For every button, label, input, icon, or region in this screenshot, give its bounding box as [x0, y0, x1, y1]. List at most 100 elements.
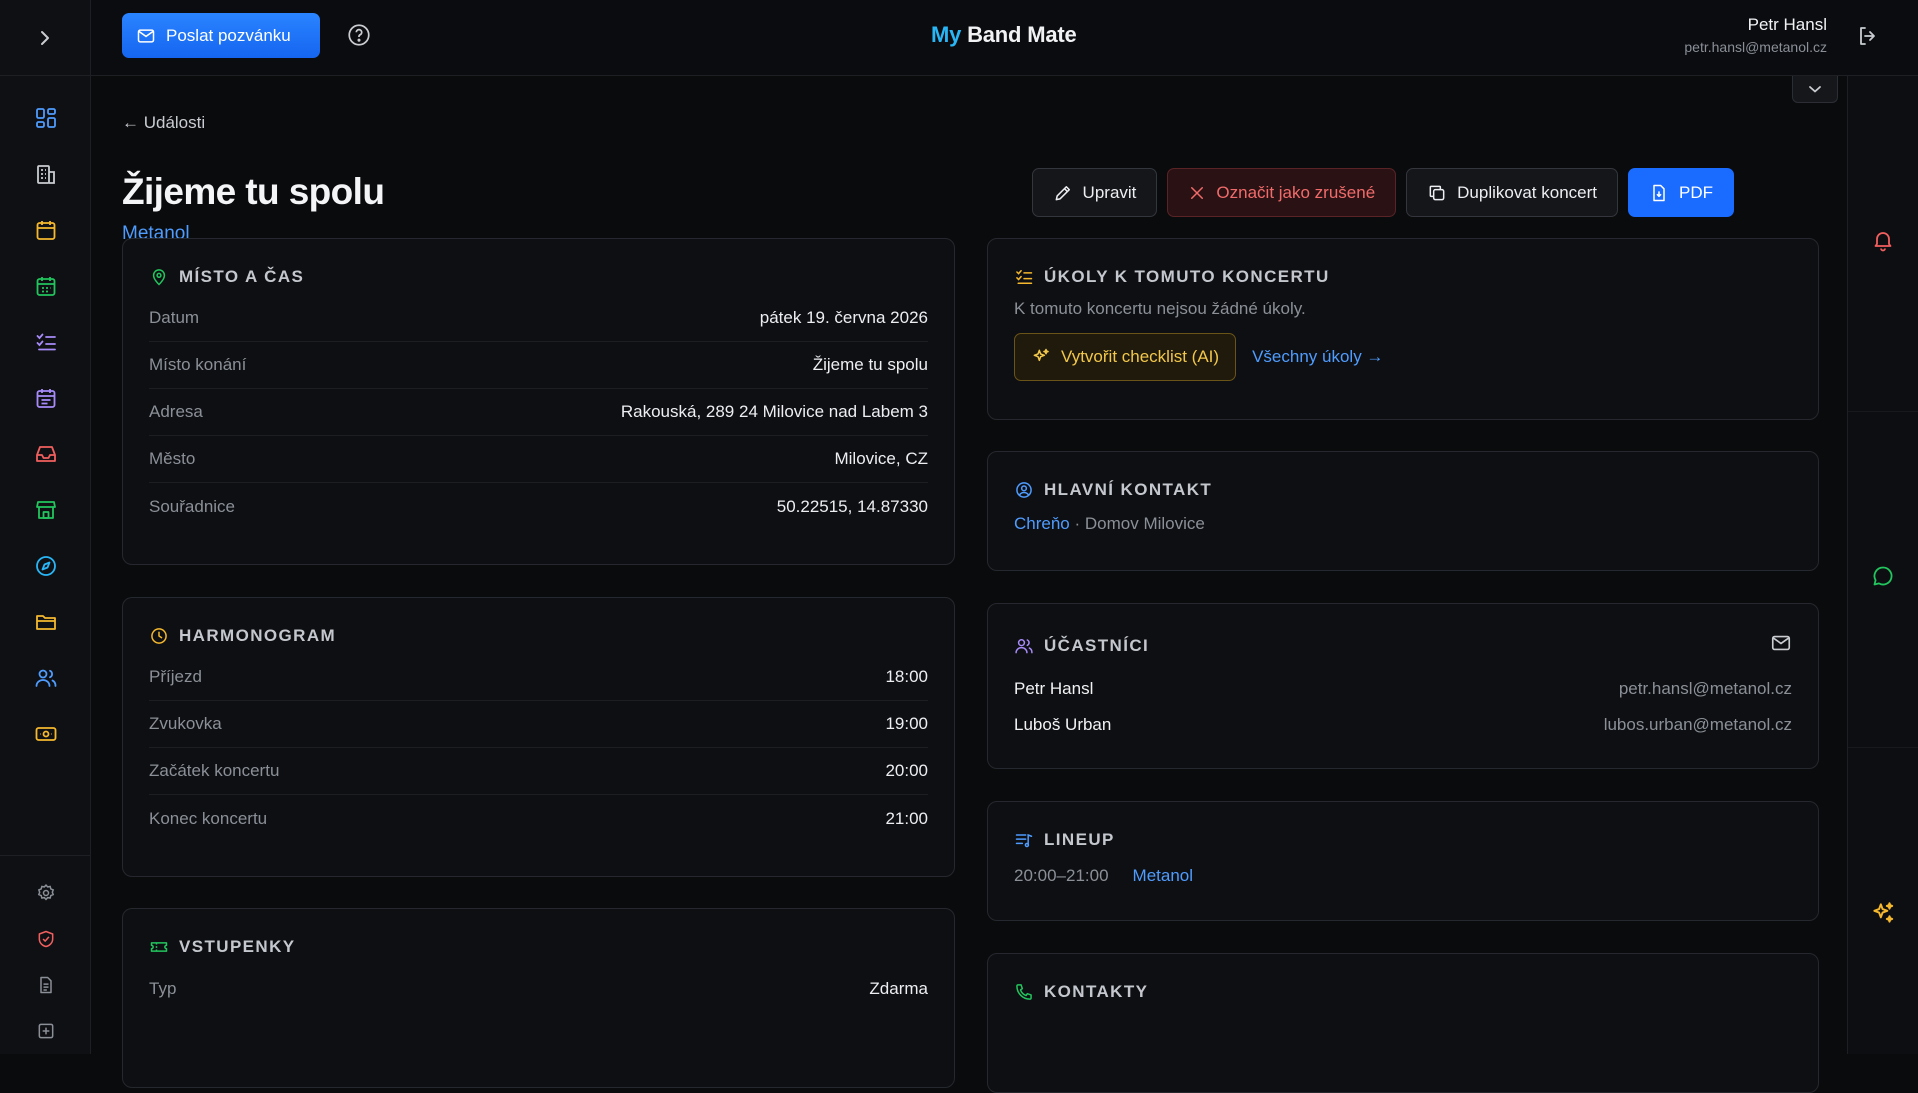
- participant-email[interactable]: petr.hansl@metanol.cz: [1619, 679, 1792, 699]
- email-participants-button[interactable]: [1770, 632, 1792, 659]
- all-tasks-link[interactable]: Všechny úkoly →: [1252, 347, 1383, 367]
- file-download-icon: [1653, 184, 1665, 201]
- nav-add[interactable]: [0, 1008, 91, 1054]
- row-label: Datum: [149, 308, 200, 327]
- nav-venues[interactable]: [0, 146, 91, 202]
- contact-name-link[interactable]: Chreňo: [1014, 514, 1070, 533]
- info-row: Typ Zdarma: [149, 965, 928, 1012]
- building-icon: [36, 165, 55, 184]
- nav-settings[interactable]: [0, 870, 91, 916]
- row-value: 19:00: [885, 714, 928, 733]
- row-value: 18:00: [885, 667, 928, 686]
- calendar-list-icon: [36, 389, 55, 408]
- mail-icon: [1771, 635, 1791, 651]
- sidebar-expand-button[interactable]: [0, 0, 90, 76]
- nav-events[interactable]: [0, 258, 91, 314]
- duplicate-button[interactable]: Duplikovat koncert: [1406, 168, 1618, 217]
- users-icon: [35, 669, 56, 687]
- user-circle-icon: [1016, 482, 1032, 498]
- lineup-band-link[interactable]: Metanol: [1133, 866, 1193, 886]
- nav-calendar[interactable]: [0, 202, 91, 258]
- brand-my: My: [931, 22, 962, 47]
- contacts-heading: KONTAKTY: [1044, 982, 1149, 1001]
- send-invite-label: Poslat pozvánku: [166, 25, 291, 45]
- store-icon: [35, 501, 56, 519]
- nav-dashboard[interactable]: [0, 90, 91, 146]
- app-logo[interactable]: My Band Mate: [931, 22, 1077, 48]
- participant-email[interactable]: lubos.urban@metanol.cz: [1604, 715, 1792, 735]
- plus-square-icon: [38, 1023, 53, 1039]
- row-value: Rakouská, 289 24 Milovice nad Labem 3: [620, 402, 928, 421]
- nav-store[interactable]: [0, 482, 91, 538]
- tickets-card: VSTUPENKY Typ Zdarma: [122, 908, 955, 1088]
- participants-card: ÚČASTNÍCI Petr Hansl petr.hansl@metanol.c…: [987, 603, 1819, 769]
- pdf-button[interactable]: PDF: [1628, 168, 1734, 217]
- chevron-down-icon: [1809, 86, 1821, 93]
- info-row: Datum pátek 19. června 2026: [149, 295, 928, 342]
- participant-row: Petr Hansl petr.hansl@metanol.cz: [1014, 671, 1792, 707]
- info-row: Místo konání Žijeme tu spolu: [149, 342, 928, 389]
- participant-row: Luboš Urban lubos.urban@metanol.cz: [1014, 707, 1792, 743]
- participant-name: Luboš Urban: [1014, 715, 1112, 734]
- help-button[interactable]: [346, 22, 372, 53]
- notifications-button[interactable]: [1871, 228, 1895, 257]
- nav-schedule[interactable]: [0, 370, 91, 426]
- row-value: pátek 19. června 2026: [759, 308, 928, 327]
- chat-icon: [1873, 566, 1893, 586]
- create-checklist-ai-button[interactable]: Vytvořit checklist (AI): [1014, 333, 1237, 381]
- bell-icon: [1874, 232, 1892, 252]
- nav-explore[interactable]: [0, 538, 91, 594]
- row-value: Žijeme tu spolu: [812, 355, 928, 374]
- participants-heading: ÚČASTNÍCI: [1044, 635, 1150, 655]
- compass-icon: [35, 556, 56, 576]
- dashboard-icon: [35, 108, 56, 128]
- row-label: Začátek koncertu: [149, 761, 280, 780]
- edit-button[interactable]: Upravit: [1031, 168, 1158, 217]
- row-label: Adresa: [149, 402, 203, 421]
- folder-icon: [35, 615, 56, 630]
- duplicate-label: Duplikovat koncert: [1457, 182, 1597, 202]
- row-value: 21:00: [885, 808, 928, 828]
- lineup-card: LINEUP 20:00–21:00 Metanol: [987, 801, 1819, 921]
- nav-files[interactable]: [0, 594, 91, 650]
- row-value: 20:00: [885, 761, 928, 780]
- schedule-heading: HARMONOGRAM: [179, 626, 337, 645]
- nav-security[interactable]: [0, 916, 91, 962]
- row-label: Typ: [149, 978, 177, 998]
- nav-tasks[interactable]: [0, 314, 91, 370]
- row-label: Souřadnice: [149, 496, 236, 516]
- nav-inbox[interactable]: [0, 426, 91, 482]
- send-invite-button[interactable]: Poslat pozvánku: [122, 13, 320, 58]
- page-title: Žijeme tu spolu: [122, 171, 385, 212]
- lineup-time: 20:00–21:00: [1014, 866, 1109, 885]
- logout-button[interactable]: [1856, 24, 1880, 53]
- contacts-card: KONTAKTY: [987, 953, 1819, 1093]
- schedule-row: Zvukovka 19:00: [149, 701, 928, 748]
- chat-button[interactable]: [1871, 564, 1895, 593]
- ai-assistant-button[interactable]: [1870, 900, 1896, 931]
- back-link[interactable]: ← Události: [122, 113, 205, 133]
- lineup-heading: LINEUP: [1044, 830, 1115, 849]
- nav-documents[interactable]: [0, 962, 91, 1008]
- nav-members[interactable]: [0, 650, 91, 706]
- collapse-panel-button[interactable]: [1792, 76, 1838, 103]
- row-value: Milovice, CZ: [834, 449, 928, 468]
- row-value: Zdarma: [869, 978, 928, 998]
- chevron-right-icon: [41, 30, 49, 45]
- place-time-heading: MÍSTO A ČAS: [179, 267, 305, 286]
- user-name: Petr Hansl: [1747, 15, 1827, 34]
- checklist-icon: [1016, 270, 1033, 284]
- tasks-card: ÚKOLY K TOMUTO KONCERTU K tomuto koncert…: [987, 238, 1819, 420]
- user-profile[interactable]: Petr Hansl petr.hansl@metanol.cz: [1684, 15, 1827, 55]
- schedule-row: Začátek koncertu 20:00: [149, 748, 928, 795]
- mark-cancelled-button[interactable]: Označit jako zrušené: [1167, 168, 1397, 217]
- create-checklist-label: Vytvořit checklist (AI): [1061, 347, 1220, 366]
- right-sidebar: [1847, 76, 1918, 1054]
- pencil-icon: [1055, 185, 1070, 200]
- left-sidebar: [0, 0, 91, 1054]
- map-pin-icon: [152, 269, 166, 286]
- contact-organization: Domov Milovice: [1084, 514, 1205, 533]
- logout-icon: [1860, 27, 1875, 45]
- nav-finance[interactable]: [0, 706, 91, 762]
- participant-name: Petr Hansl: [1014, 679, 1094, 698]
